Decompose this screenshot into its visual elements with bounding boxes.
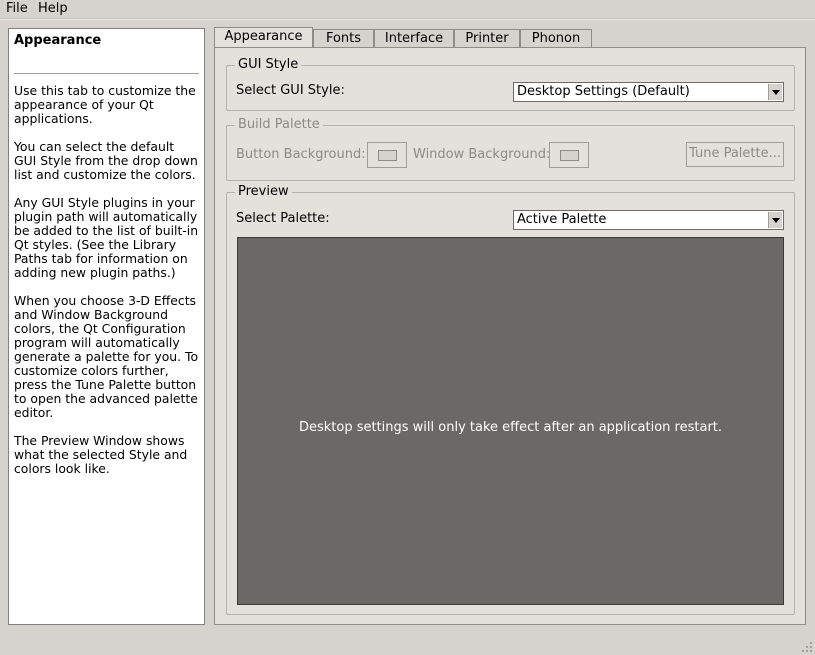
menu-bar: File Help xyxy=(0,0,815,19)
tab-phonon[interactable]: Phonon xyxy=(520,29,592,48)
help-divider xyxy=(14,73,199,74)
help-title: Appearance xyxy=(14,33,102,48)
window-background-label: Window Background: xyxy=(413,147,551,162)
help-paragraph: You can select the default GUI Style fro… xyxy=(14,139,198,182)
color-swatch-icon xyxy=(378,150,397,161)
help-paragraph: The Preview Window shows what the select… xyxy=(14,433,188,476)
select-gui-style-label: Select GUI Style: xyxy=(236,83,345,98)
preview-message: Desktop settings will only take effect a… xyxy=(298,420,723,435)
menu-file[interactable]: File xyxy=(6,1,28,17)
build-palette-group-title: Build Palette xyxy=(235,117,323,133)
preview-group-title: Preview xyxy=(235,184,292,200)
window-background-color-button[interactable] xyxy=(549,142,589,168)
gui-style-combo-value: Desktop Settings (Default) xyxy=(517,84,690,99)
tab-printer[interactable]: Printer xyxy=(454,29,520,48)
chevron-down-icon[interactable] xyxy=(768,84,782,100)
menu-separator xyxy=(0,19,815,20)
button-background-color-button[interactable] xyxy=(367,142,407,168)
palette-combo[interactable]: Active Palette xyxy=(513,210,784,230)
gui-style-group-title: GUI Style xyxy=(235,57,302,73)
button-background-label: Button Background: xyxy=(236,147,366,162)
menu-help[interactable]: Help xyxy=(38,1,68,17)
resize-grip-icon[interactable] xyxy=(801,641,813,653)
help-panel: Appearance Use this tab to customize the… xyxy=(8,28,205,625)
tune-palette-button[interactable]: Tune Palette... xyxy=(686,142,784,167)
tab-fonts[interactable]: Fonts xyxy=(313,29,374,48)
preview-window: Desktop settings will only take effect a… xyxy=(237,237,784,605)
chevron-down-icon[interactable] xyxy=(768,212,782,228)
tab-appearance[interactable]: Appearance xyxy=(214,27,313,48)
color-swatch-icon xyxy=(560,150,579,161)
help-paragraph: When you choose 3-D Effects and Window B… xyxy=(14,293,199,420)
gui-style-combo[interactable]: Desktop Settings (Default) xyxy=(513,82,784,102)
help-paragraph: Use this tab to customize the appearance… xyxy=(14,83,196,126)
help-paragraph: Any GUI Style plugins in your plugin pat… xyxy=(14,195,199,280)
tab-interface[interactable]: Interface xyxy=(374,29,454,48)
palette-combo-value: Active Palette xyxy=(517,212,607,227)
select-palette-label: Select Palette: xyxy=(236,211,330,226)
